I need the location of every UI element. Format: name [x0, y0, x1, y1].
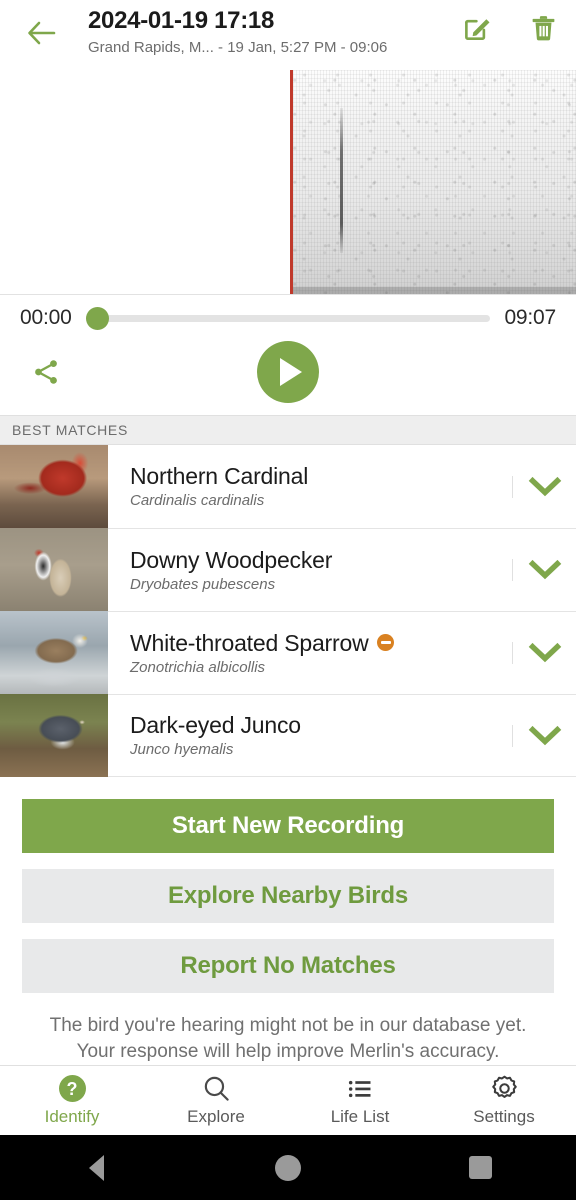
spectrogram-image	[290, 70, 576, 294]
bird-common-name: Dark-eyed Junco	[130, 711, 512, 739]
footer-note-line-2: Your response will help improve Merlin's…	[76, 1041, 500, 1062]
chevron-down-icon	[528, 725, 561, 745]
expand-row-button[interactable]	[512, 559, 576, 581]
progress-thumb[interactable]	[85, 306, 109, 330]
bird-scientific-name: Junco hyemalis	[130, 741, 234, 758]
app-header: 2024-01-19 17:18 Grand Rapids, M... - 19…	[0, 0, 576, 70]
page-subtitle: Grand Rapids, M... - 19 Jan, 5:27 PM - 0…	[88, 39, 388, 56]
tab-settings[interactable]: Settings	[432, 1066, 576, 1135]
list-icon	[348, 1080, 371, 1097]
expand-row-button[interactable]	[512, 475, 576, 498]
bird-common-name-text: Dark-eyed Junco	[130, 712, 301, 738]
tab-identify[interactable]: ? Identify	[0, 1066, 144, 1135]
bird-common-name: White-throated Sparrow	[130, 629, 512, 657]
bottom-tab-bar: ? Identify Explore Life List Settings	[0, 1065, 576, 1135]
tab-identify-label: Identify	[44, 1106, 100, 1126]
bird-scientific-name: Zonotrichia albicollis	[130, 658, 266, 676]
progress-track	[93, 314, 491, 322]
bird-common-name-text: Northern Cardinal	[130, 463, 309, 489]
bird-common-name: Downy Woodpecker	[130, 546, 512, 574]
android-home-icon	[275, 1154, 301, 1181]
bird-thumbnail[interactable]	[0, 694, 108, 777]
app-screen: 2024-01-19 17:18 Grand Rapids, M... - 19…	[0, 0, 576, 1200]
chevron-down-icon	[528, 642, 561, 663]
bird-common-name: Northern Cardinal	[130, 462, 512, 490]
bird-common-name-text: White-throated Sparrow	[130, 629, 369, 656]
tab-life-list-label: Life List	[330, 1106, 390, 1126]
best-matches-list: Northern Cardinal Cardinalis cardinalis Do…	[0, 445, 576, 777]
expand-row-button[interactable]	[512, 642, 576, 664]
best-matches-header: BEST MATCHES	[0, 415, 576, 445]
bird-thumbnail[interactable]	[0, 611, 108, 694]
play-button[interactable]	[257, 341, 319, 403]
edit-pencil-icon	[465, 19, 490, 40]
spectrogram-view[interactable]	[0, 70, 576, 295]
page-title: 2024-01-19 17:18	[88, 7, 275, 34]
android-system-nav	[0, 1135, 576, 1200]
delete-button[interactable]	[524, 8, 562, 48]
spectrogram-baseline	[290, 287, 576, 294]
action-buttons: Start New Recording Explore Nearby Birds…	[0, 777, 576, 1065]
footer-note: The bird you're hearing might not be in …	[22, 1009, 554, 1065]
table-row[interactable]: White-throated Sparrow Zonotrichia albico…	[0, 611, 576, 694]
progress-slider[interactable]	[85, 306, 491, 330]
total-time-label: 09:07	[504, 306, 556, 329]
question-circle-icon: ?	[58, 1075, 86, 1103]
tab-settings-label: Settings	[473, 1106, 535, 1126]
bird-thumbnail[interactable]	[0, 445, 108, 528]
edit-button[interactable]	[458, 8, 496, 48]
header-actions	[458, 8, 562, 48]
current-time-label: 00:00	[20, 306, 72, 329]
back-button[interactable]	[16, 10, 68, 56]
bird-scientific-name: Cardinalis cardinalis	[130, 492, 265, 509]
bird-scientific-name: Dryobates pubescens	[130, 575, 276, 593]
arrow-left-icon	[28, 21, 56, 45]
chevron-down-icon	[528, 559, 561, 580]
table-row[interactable]: Downy Woodpecker Dryobates pubescens	[0, 528, 576, 611]
table-row[interactable]: Northern Cardinal Cardinalis cardinalis	[0, 445, 576, 528]
chevron-down-icon	[528, 476, 561, 496]
header-titles: 2024-01-19 17:18 Grand Rapids, M... - 19…	[88, 6, 438, 58]
scrubber-row: 00:00 09:07	[0, 295, 576, 341]
bird-common-name-text: Downy Woodpecker	[130, 546, 333, 573]
spectrogram-noise	[290, 70, 576, 294]
footer-note-line-1: The bird you're hearing might not be in …	[49, 1015, 527, 1036]
share-icon	[35, 360, 57, 384]
trash-icon	[532, 16, 554, 41]
android-home-button[interactable]	[248, 1148, 328, 1188]
tab-life-list[interactable]: Life List	[288, 1066, 432, 1135]
report-no-matches-button[interactable]: Report No Matches	[22, 939, 554, 993]
play-icon	[279, 358, 302, 386]
tab-explore[interactable]: Explore	[144, 1066, 288, 1135]
start-new-recording-button[interactable]: Start New Recording	[22, 799, 554, 853]
search-icon	[204, 1076, 229, 1101]
rare-sighting-badge	[377, 634, 395, 651]
transport-controls	[0, 341, 576, 415]
android-recents-button[interactable]	[440, 1148, 520, 1188]
expand-row-button[interactable]	[512, 724, 576, 747]
spectrogram-call-mark	[340, 108, 343, 253]
gear-icon	[491, 1075, 517, 1098]
bird-thumbnail[interactable]	[0, 528, 108, 611]
tab-explore-label: Explore	[187, 1106, 245, 1126]
android-back-icon	[88, 1154, 104, 1181]
share-button[interactable]	[22, 347, 70, 397]
android-recents-icon	[468, 1156, 492, 1179]
android-back-button[interactable]	[56, 1148, 136, 1188]
playhead-line	[290, 70, 293, 294]
explore-nearby-birds-button[interactable]: Explore Nearby Birds	[22, 869, 554, 923]
table-row[interactable]: Dark-eyed Junco Junco hyemalis	[0, 694, 576, 777]
